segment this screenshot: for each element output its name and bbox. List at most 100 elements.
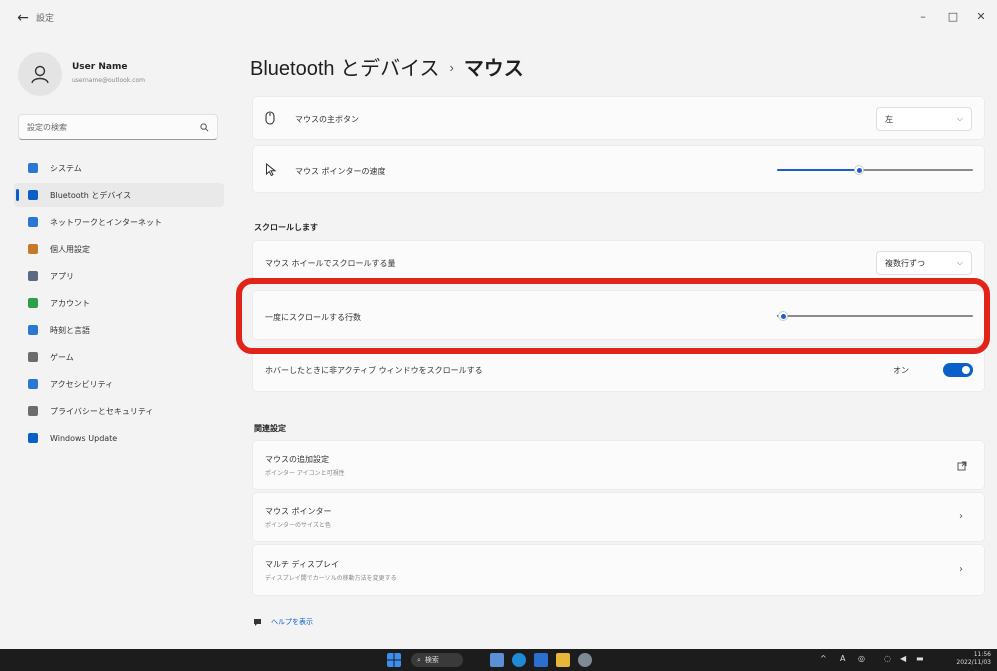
sidebar-item-label: ネットワークとインターネット — [50, 217, 162, 227]
brush-icon — [26, 242, 40, 256]
lines-to-scroll-slider[interactable] — [777, 311, 973, 321]
sidebar-item[interactable]: 時刻と言語 — [14, 318, 224, 342]
related-settings-heading: 関連設定 — [254, 424, 286, 433]
related-item-title: マルチ ディスプレイ — [265, 560, 339, 569]
shield-icon — [26, 404, 40, 418]
sidebar-item[interactable]: プライバシーとセキュリティ — [14, 399, 224, 423]
search-icon — [200, 122, 209, 131]
close-button[interactable]: ✕ — [966, 8, 996, 26]
clock-date: 2022/11/03 — [956, 659, 991, 666]
inactive-scroll-label: ホバーしたときに非アクティブ ウィンドウをスクロールする — [265, 366, 483, 375]
sidebar-item-label: ゲーム — [50, 352, 74, 362]
page-title: Bluetooth とデバイス › マウス — [250, 52, 524, 81]
edge-browser-icon[interactable] — [512, 653, 526, 667]
sidebar-item-label: 時刻と言語 — [50, 325, 90, 335]
slider-thumb[interactable] — [854, 165, 864, 175]
sidebar-item[interactable]: アクセシビリティ — [14, 372, 224, 396]
accessibility-icon — [26, 377, 40, 391]
taskbar-clock[interactable]: 11:56 2022/11/03 — [956, 651, 991, 667]
related-item[interactable]: マウス ポインター ポインターのサイズと色 › — [252, 492, 985, 542]
sidebar-item-label: システム — [50, 163, 82, 173]
sidebar-item[interactable]: 個人用設定 — [14, 237, 224, 261]
pointer-speed-slider[interactable] — [777, 165, 973, 175]
pointer-speed-label: マウス ポインターの速度 — [295, 167, 386, 176]
lines-to-scroll-label: 一度にスクロールする行数 — [265, 313, 361, 322]
sidebar-item[interactable]: Bluetooth とデバイス — [14, 183, 224, 207]
sidebar-item[interactable]: システム — [14, 156, 224, 180]
maximize-button[interactable]: □ — [938, 8, 968, 26]
volume-icon[interactable]: ◀ — [900, 654, 906, 663]
sidebar-item-label: アカウント — [50, 298, 90, 308]
windows-start-icon[interactable] — [387, 653, 401, 667]
related-item-subtitle: ポインター アイコンと可視性 — [265, 470, 345, 477]
settings-search-input[interactable]: 設定の検索 — [18, 114, 218, 140]
clock-time: 11:56 — [973, 651, 991, 658]
slider-thumb[interactable] — [778, 311, 788, 321]
taskbar-search[interactable]: ⌕ 検索 — [411, 653, 463, 667]
wheel-scroll-label: マウス ホイールでスクロールする量 — [265, 259, 396, 268]
update-icon — [26, 431, 40, 445]
app-title: 設定 — [36, 14, 55, 24]
related-item-subtitle: ポインターのサイズと色 — [265, 522, 331, 529]
primary-button-dropdown[interactable]: 左 ⌵ — [876, 107, 972, 131]
slider-fill — [777, 169, 859, 171]
related-item-title: マウス ポインター — [265, 507, 332, 516]
related-item-subtitle: ディスプレイ間でカーソルの移動方法を変更する — [265, 575, 397, 582]
user-name: User Name — [72, 62, 128, 72]
tray-chevron-icon[interactable]: ^ — [820, 654, 827, 663]
inactive-scroll-toggle[interactable] — [943, 363, 973, 377]
input-language-indicator[interactable]: A — [840, 654, 845, 663]
person-icon — [31, 65, 49, 84]
sidebar-item[interactable]: ネットワークとインターネット — [14, 210, 224, 234]
pointer-speed-card: マウス ポインターの速度 — [252, 145, 985, 193]
sidebar-item-label: アクセシビリティ — [50, 379, 114, 389]
sidebar-item-label: アプリ — [50, 271, 74, 281]
related-item-title: マウスの追加設定 — [265, 455, 329, 464]
search-icon: ⌕ — [417, 655, 421, 664]
chevron-right-icon: › — [959, 564, 963, 575]
sidebar-item-label: Bluetooth とデバイス — [50, 190, 132, 200]
wheel-scroll-dropdown[interactable]: 複数行ずつ ⌵ — [876, 251, 972, 275]
title-bar: ← 設定 – □ ✕ — [0, 0, 997, 34]
task-view-icon[interactable] — [490, 653, 504, 667]
primary-button-value: 左 — [885, 114, 893, 124]
chevron-down-icon: ⌵ — [956, 114, 963, 123]
apps-icon — [26, 269, 40, 283]
breadcrumb-parent[interactable]: Bluetooth とデバイス — [250, 58, 439, 80]
monitor-icon — [26, 161, 40, 175]
search-placeholder: 設定の検索 — [27, 122, 67, 132]
back-arrow-icon[interactable]: ← — [14, 9, 32, 27]
taskbar-search-label: 検索 — [424, 656, 439, 664]
user-profile[interactable]: User Name username@outlook.com — [18, 52, 218, 98]
chevron-down-icon: ⌵ — [956, 258, 963, 267]
sidebar-item[interactable]: アカウント — [14, 291, 224, 315]
sidebar-item[interactable]: ゲーム — [14, 345, 224, 369]
gamepad-icon — [26, 350, 40, 364]
inactive-scroll-card: ホバーしたときに非アクティブ ウィンドウをスクロールする オン — [252, 346, 985, 392]
sidebar-item-label: 個人用設定 — [50, 244, 90, 254]
ime-icon[interactable]: ◎ — [858, 654, 865, 663]
sidebar-item-label: Windows Update — [50, 433, 118, 443]
scroll-section-heading: スクロールします — [254, 223, 318, 232]
wifi-icon — [26, 215, 40, 229]
file-explorer-icon[interactable] — [556, 653, 570, 667]
settings-window: ← 設定 – □ ✕ User Name username@outlook.co… — [0, 0, 997, 649]
avatar — [18, 52, 62, 96]
sidebar-item[interactable]: Windows Update — [14, 426, 224, 450]
help-link[interactable]: ヘルプを表示 — [253, 617, 313, 627]
person-icon — [26, 296, 40, 310]
lines-to-scroll-card: 一度にスクロールする行数 — [252, 290, 985, 340]
related-item[interactable]: マルチ ディスプレイ ディスプレイ間でカーソルの移動方法を変更する › — [252, 544, 985, 596]
network-icon[interactable]: ◌ — [884, 654, 891, 663]
mouse-icon — [265, 111, 275, 125]
related-item[interactable]: マウスの追加設定 ポインター アイコンと可視性 — [252, 440, 985, 490]
sidebar-item[interactable]: アプリ — [14, 264, 224, 288]
chevron-right-icon: › — [959, 511, 963, 522]
globe-icon — [26, 323, 40, 337]
wheel-scroll-value: 複数行ずつ — [885, 258, 925, 268]
battery-icon[interactable]: ▬ — [916, 654, 924, 663]
settings-gear-icon[interactable] — [578, 653, 592, 667]
store-icon[interactable] — [534, 653, 548, 667]
primary-button-label: マウスの主ボタン — [295, 115, 359, 124]
minimize-button[interactable]: – — [908, 8, 938, 26]
